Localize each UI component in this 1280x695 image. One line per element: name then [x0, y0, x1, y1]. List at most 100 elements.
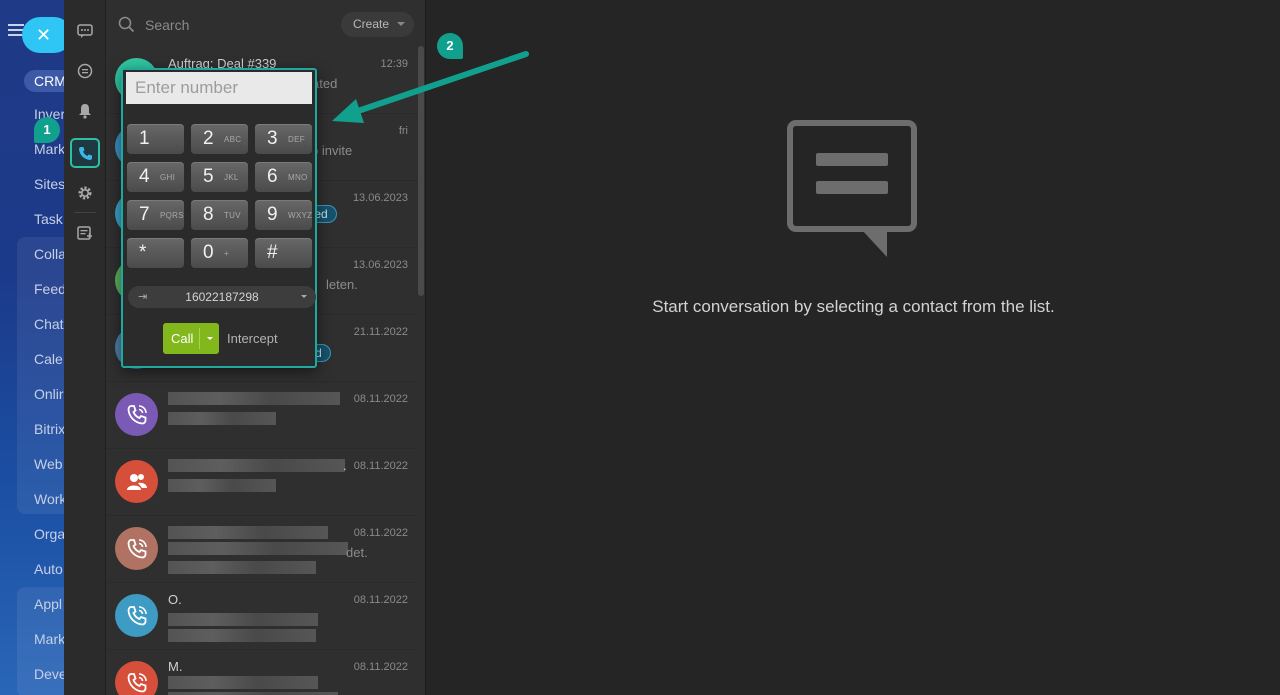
annotation-marker-1: 1: [34, 117, 60, 143]
chat-last-message: det.: [346, 545, 368, 560]
dialpad-key-digit: 3: [267, 128, 278, 149]
notifications-icon: [79, 104, 91, 119]
notes-icon: [77, 225, 92, 240]
redacted-text: [168, 392, 340, 405]
chat-date: 08.11.2022: [353, 594, 408, 606]
crm-menu-item[interactable]: Work: [34, 491, 64, 507]
dialpad-key[interactable]: *: [127, 238, 184, 268]
call-button-divider: [199, 328, 200, 349]
chat-date: 08.11.2022: [353, 527, 408, 539]
outgoing-line-selector[interactable]: ⇥ 16022187298: [128, 286, 316, 308]
call-options-chevron-icon[interactable]: [207, 337, 213, 340]
chat-list-item[interactable]: M. 08.11.2022: [106, 650, 418, 695]
crm-menu-item[interactable]: Cale: [34, 351, 63, 367]
dialpad-key[interactable]: 2 ABC: [191, 124, 248, 154]
avatar: [115, 527, 158, 570]
phone-number-input[interactable]: [126, 72, 312, 104]
dialpad-key-digit: 7: [139, 204, 150, 225]
crm-menu-item[interactable]: Auto: [34, 561, 63, 577]
x-icon: ✕: [36, 25, 52, 45]
crm-left-menu: CRM Inver Mark Sites Task Colla Feed Chat Cale On…: [0, 0, 64, 695]
chat-date: 21.11.2022: [353, 326, 408, 338]
call-button[interactable]: Call: [163, 323, 219, 354]
rail-channels-button[interactable]: [70, 56, 100, 86]
dialpad-key[interactable]: 1: [127, 124, 184, 154]
chat-date: 08.11.2022: [353, 460, 408, 472]
dialpad-key-letters: GHI: [160, 173, 176, 182]
redacted-text: [168, 613, 318, 626]
empty-state-message: Start conversation by selecting a contac…: [652, 297, 1055, 316]
crm-menu-item[interactable]: Onlir: [34, 386, 64, 402]
redacted-text: [168, 412, 276, 425]
search-icon[interactable]: [118, 16, 135, 38]
dialpad-key[interactable]: 6 MNO: [255, 162, 312, 192]
dialpad-key[interactable]: 8 TUV: [191, 200, 248, 230]
messenger-window: CRM Inver Mark Sites Task Colla Feed Chat Cale On…: [0, 0, 1280, 695]
crm-menu-item[interactable]: Sites: [34, 176, 64, 192]
dialpad-key[interactable]: 4 GHI: [127, 162, 184, 192]
search-input[interactable]: Search: [145, 17, 189, 33]
crm-menu-item[interactable]: Mark: [34, 631, 64, 647]
chevron-down-icon: [301, 295, 307, 298]
menu-group-collaboration: [17, 237, 64, 514]
dialpad-key-letters: WXYZ: [288, 211, 313, 220]
crm-menu-item[interactable]: CRM: [24, 70, 64, 92]
redacted-text: [168, 526, 328, 539]
crm-menu-item[interactable]: Task: [34, 211, 63, 227]
call-button-label: Call: [171, 331, 194, 346]
dialpad-key-digit: #: [267, 242, 278, 263]
dialpad-key[interactable]: #: [255, 238, 312, 268]
phone-call-icon: [127, 404, 147, 424]
dialpad-key[interactable]: 9 WXYZ: [255, 200, 312, 230]
chat-last-message: leten.: [326, 277, 358, 292]
avatar: [115, 460, 158, 503]
rail-chat-button[interactable]: [70, 16, 100, 46]
chat-title: M.: [168, 659, 183, 674]
crm-menu-item[interactable]: Orga: [34, 526, 64, 542]
chat-list-item[interactable]: O. 08.11.2022: [106, 583, 418, 650]
chat-list-item[interactable]: . 08.11.2022: [106, 449, 418, 516]
redacted-text: [168, 459, 345, 472]
dialpad-key[interactable]: 0 +: [191, 238, 248, 268]
crm-menu-item[interactable]: Web: [34, 456, 63, 472]
dialpad-key[interactable]: 7 PQRS: [127, 200, 184, 230]
dialpad-key-digit: 6: [267, 166, 278, 187]
dialpad-key[interactable]: 5 JKL: [191, 162, 248, 192]
conversation-placeholder-icon: [787, 120, 917, 257]
dialpad-key-digit: 4: [139, 166, 150, 187]
outgoing-line-number: 16022187298: [185, 290, 259, 304]
rail-phone-button[interactable]: [70, 138, 100, 168]
redacted-text: [168, 629, 316, 642]
chevron-down-icon: [397, 22, 405, 26]
phone-call-icon: [127, 672, 147, 692]
rail-notifications-button[interactable]: [70, 96, 100, 126]
line-arrow-icon: ⇥: [138, 291, 148, 303]
dialpad-key-digit: 5: [203, 166, 214, 187]
intercept-link[interactable]: Intercept: [227, 331, 278, 346]
chat-title: O.: [168, 592, 182, 607]
rail-settings-button[interactable]: [70, 178, 100, 208]
chat-icon: [77, 23, 93, 38]
chat-list-item[interactable]: det. 08.11.2022: [106, 516, 418, 583]
dialpad-popup: 12ABC3DEF4GHI5JKL6MNO7PQRS8TUV9WXYZ*0+# …: [121, 68, 317, 368]
dialpad-key-digit: 0: [203, 242, 214, 263]
dialpad-key[interactable]: 3 DEF: [255, 124, 312, 154]
chat-date: 08.11.2022: [353, 661, 408, 673]
rail-notes-button[interactable]: [70, 218, 100, 248]
avatar: [115, 594, 158, 637]
crm-menu-item[interactable]: Colla: [34, 246, 64, 262]
dialpad-key-digit: 8: [203, 204, 214, 225]
crm-menu-item[interactable]: Appl: [34, 596, 62, 612]
crm-menu-item[interactable]: Chat: [34, 316, 64, 332]
crm-menu-item[interactable]: Bitrix: [34, 421, 64, 437]
crm-menu-item[interactable]: Feed: [34, 281, 64, 297]
dialpad-key-letters: TUV: [224, 211, 241, 220]
dialpad-key-letters: MNO: [288, 173, 308, 182]
create-button[interactable]: Create: [341, 12, 414, 37]
redacted-text: [168, 542, 348, 555]
dialpad-key-digit: 9: [267, 204, 278, 225]
crm-menu-item[interactable]: Deve: [34, 666, 64, 682]
chat-date: 08.11.2022: [353, 393, 408, 405]
crm-menu-item[interactable]: Mark: [34, 141, 64, 157]
chat-list-item[interactable]: 08.11.2022: [106, 382, 418, 449]
